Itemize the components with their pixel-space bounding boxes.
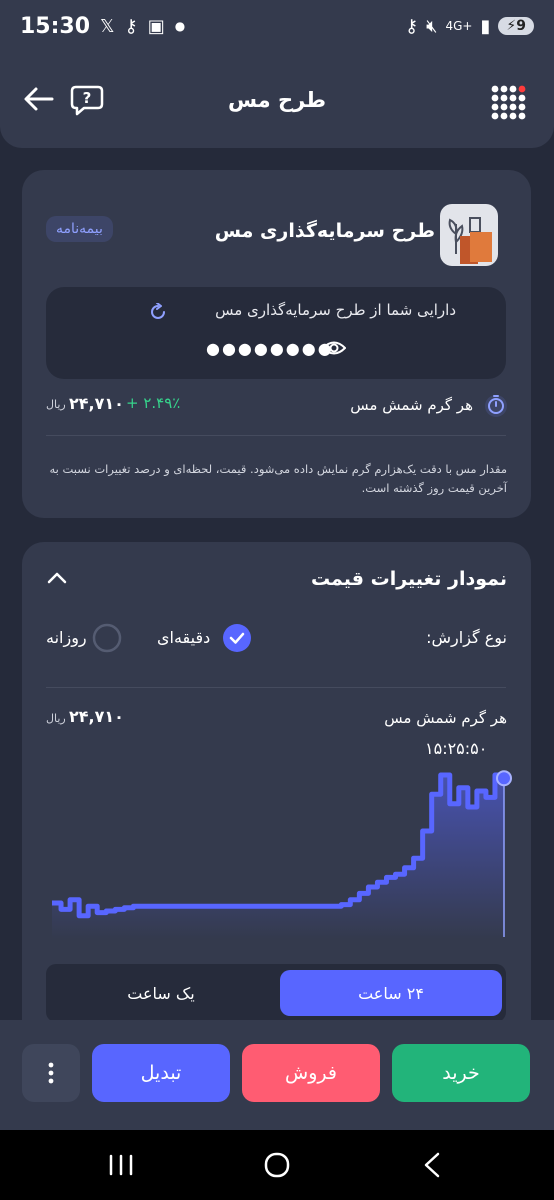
- price-line-chart[interactable]: [44, 747, 514, 942]
- divider: [46, 435, 506, 436]
- plan-title: طرح سرمایه‌گذاری مس: [214, 220, 435, 242]
- chart-last-point[interactable]: [496, 770, 512, 787]
- status-left: 15:30 𝕏 ⚷ ▣ ●: [20, 14, 185, 39]
- plan-card: بیمه‌نامه طرح سرمایه‌گذاری مس دارایی شما…: [22, 170, 531, 518]
- status-right: ⚷ 🔇︎ 4G+ ▮ ⚡9: [405, 16, 534, 37]
- apps-grid-icon[interactable]: [490, 84, 526, 120]
- radio-daily-label[interactable]: روزانه: [46, 628, 87, 647]
- asset-box: دارایی شما از طرح سرمایه‌گذاری مس ●●●●●●…: [46, 287, 506, 379]
- chevron-up-icon[interactable]: [46, 570, 68, 586]
- range-24h-button[interactable]: ۲۴ ساعت: [280, 970, 502, 1016]
- battery-level: 9: [516, 18, 526, 34]
- screenshot-icon: ▣: [147, 15, 165, 37]
- notification-dot-icon: ●: [174, 19, 186, 33]
- chart-title: نمودار تغییرات قیمت: [310, 568, 507, 590]
- range-1h-button[interactable]: یک ساعت: [50, 970, 272, 1016]
- chart-gram-label: هر گرم شمش مس: [384, 709, 507, 727]
- timer-icon: [485, 395, 507, 417]
- asset-hidden-value: ●●●●●●●●: [206, 339, 334, 358]
- radio-daily[interactable]: [92, 623, 122, 653]
- copper-plan-logo-icon: [440, 204, 498, 266]
- bottom-action-bar: تبدیل فروش خرید: [0, 1020, 554, 1130]
- chart-marks: [52, 770, 512, 939]
- gram-label: هر گرم شمش مس: [350, 396, 473, 414]
- status-time: 15:30: [20, 13, 91, 39]
- system-nav-bar: [0, 1130, 554, 1200]
- range-selector: یک ساعت ۲۴ ساعت: [46, 964, 506, 1022]
- radio-minutely[interactable]: [222, 623, 252, 653]
- asset-label: دارایی شما از طرح سرمایه‌گذاری مس: [215, 301, 456, 319]
- x-app-icon: 𝕏: [100, 15, 115, 37]
- price-value: ۲۴,۷۱۰: [69, 394, 124, 413]
- buy-button[interactable]: خرید: [392, 1044, 530, 1102]
- divider: [46, 687, 506, 688]
- chart-area: [52, 775, 504, 939]
- chart-price: ۲۴,۷۱۰: [69, 707, 124, 726]
- more-options-button[interactable]: [22, 1044, 80, 1102]
- signal-icon: ▮: [480, 15, 491, 37]
- show-value-eye-icon[interactable]: [322, 337, 346, 359]
- page-title: طرح مس: [228, 88, 326, 112]
- nav-back-icon[interactable]: [422, 1152, 442, 1178]
- mute-icon: 🔇︎: [426, 15, 438, 37]
- home-icon[interactable]: [264, 1152, 290, 1178]
- report-type-label: نوع گزارش:: [426, 628, 507, 647]
- vpn-key-icon: ⚷: [404, 15, 419, 37]
- key-icon: ⚷: [124, 15, 138, 37]
- price-chart-card: نمودار تغییرات قیمت نوع گزارش: دقیقه‌ای …: [22, 542, 531, 1042]
- info-note: مقدار مس با دقت یک‌هزارم گرم نمایش داده …: [49, 462, 507, 495]
- convert-button[interactable]: تبدیل: [92, 1044, 230, 1102]
- app-bar: ? طرح مس: [0, 52, 554, 148]
- refresh-icon[interactable]: [149, 303, 167, 321]
- price-change: + ۲.۴۹٪: [126, 394, 181, 412]
- price-unit: ریال: [46, 398, 66, 411]
- status-bar: 15:30 𝕏 ⚷ ▣ ● ⚷ 🔇︎ 4G+ ▮ ⚡9: [0, 0, 554, 52]
- network-label: 4G+: [445, 19, 473, 33]
- chart-price-unit: ریال: [46, 712, 66, 725]
- recents-icon[interactable]: [108, 1154, 134, 1176]
- sell-button[interactable]: فروش: [242, 1044, 380, 1102]
- battery-badge: ⚡9: [498, 17, 534, 35]
- insurance-badge: بیمه‌نامه: [46, 216, 113, 242]
- radio-minutely-label[interactable]: دقیقه‌ای: [157, 628, 210, 647]
- more-vertical-icon: [48, 1062, 54, 1084]
